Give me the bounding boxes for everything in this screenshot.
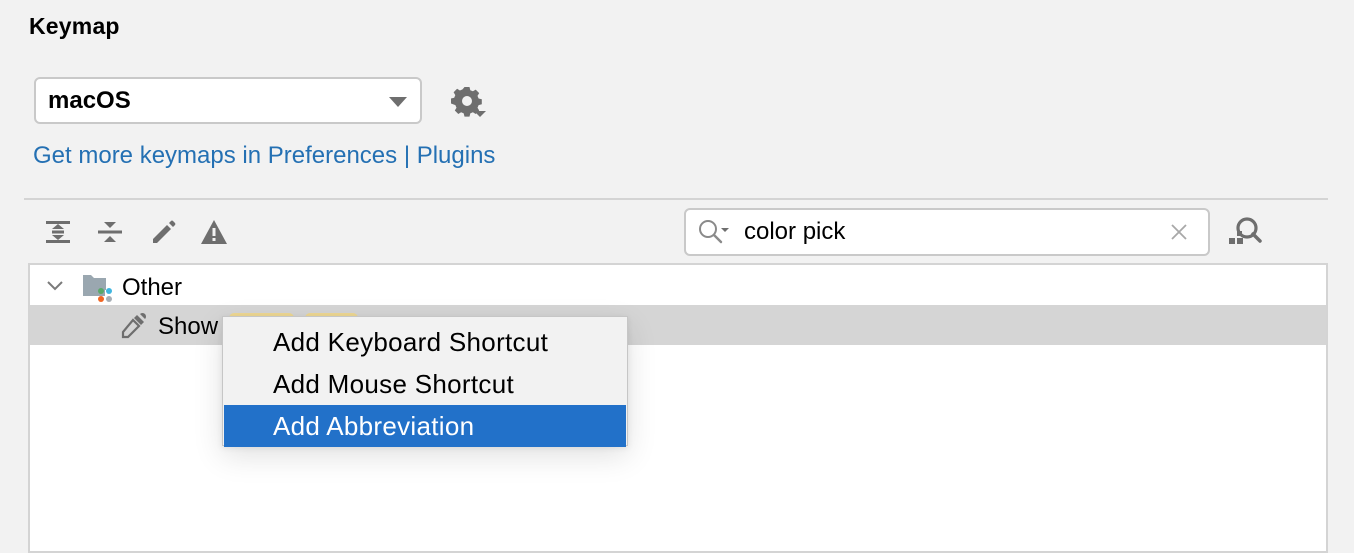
folder-icon [83, 275, 112, 302]
search-box[interactable] [684, 208, 1210, 256]
tree-group-label: Other [122, 274, 183, 301]
clear-search-icon[interactable] [1168, 221, 1190, 243]
keymap-select-value: macOS [48, 86, 131, 114]
search-icon [699, 220, 729, 244]
get-more-keymaps-link[interactable]: Get more keymaps in Preferences | Plugin… [33, 142, 495, 169]
menu-item-add-abbreviation[interactable]: Add Abbreviation [224, 405, 626, 447]
divider [24, 198, 1328, 200]
collapse-all-icon [98, 222, 122, 242]
edit-shortcut-button[interactable] [147, 216, 179, 248]
menu-item-add-keyboard-shortcut[interactable]: Add Keyboard Shortcut [223, 321, 627, 363]
gear-icon [451, 87, 486, 117]
keymap-settings-button[interactable] [450, 84, 490, 124]
expand-all-button[interactable] [42, 216, 74, 248]
keymap-select[interactable]: macOS [34, 77, 422, 124]
warning-icon [201, 220, 227, 244]
chevron-down-icon [389, 97, 407, 107]
context-menu: Add Keyboard Shortcut Add Mouse Shortcut… [222, 316, 628, 447]
tree-row-group[interactable]: Other [30, 267, 1326, 307]
show-conflicts-button[interactable] [198, 216, 230, 248]
color-picker-icon [121, 312, 147, 339]
collapse-all-button[interactable] [94, 216, 126, 248]
menu-item-add-mouse-shortcut[interactable]: Add Mouse Shortcut [223, 363, 627, 405]
page-title: Keymap [29, 13, 120, 39]
pencil-icon [153, 220, 176, 243]
action-label-text: Show [158, 313, 219, 340]
search-input[interactable] [744, 218, 1144, 246]
find-by-shortcut-button[interactable] [1227, 214, 1263, 250]
find-shortcut-icon [1229, 217, 1262, 244]
expand-all-icon [46, 221, 70, 243]
chevron-down-icon[interactable] [46, 279, 64, 293]
plugins-link[interactable]: Get more keymaps in Preferences | Plugin… [33, 142, 495, 170]
